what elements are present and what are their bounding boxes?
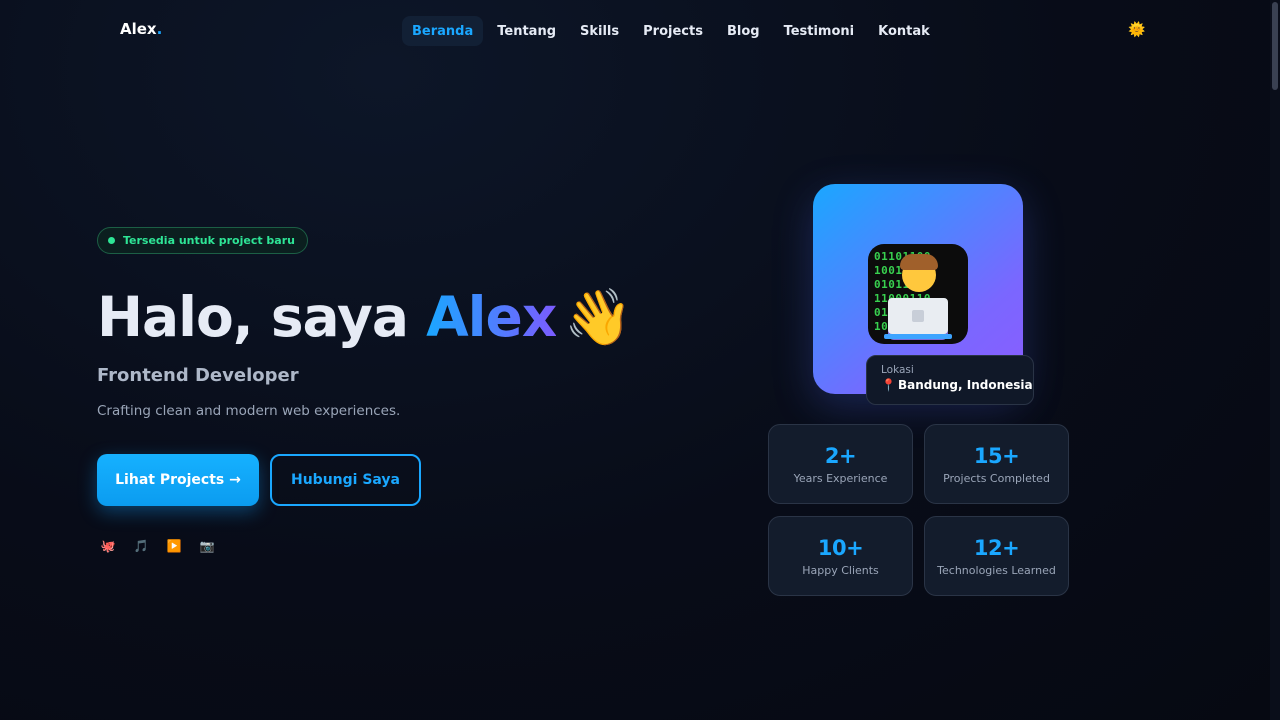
nav-item-tentang[interactable]: Tentang [487, 16, 566, 46]
nav-item-beranda[interactable]: Beranda [402, 16, 484, 46]
play-icon[interactable]: ▶️ [166, 538, 182, 554]
camera-icon[interactable]: 📷 [199, 538, 215, 554]
stat-label: Years Experience [793, 471, 888, 485]
hero-title-name: Alex [426, 285, 557, 349]
contact-me-button[interactable]: Hubungi Saya [270, 454, 421, 506]
hero-role: Frontend Developer [97, 365, 299, 386]
logo-text: Alex [120, 20, 157, 38]
stat-number: 15+ [973, 443, 1020, 468]
hero-title: Halo, saya Alex 👋 [97, 282, 633, 352]
location-value: 📍 Bandung, Indonesia [881, 378, 1033, 392]
nav-item-skills[interactable]: Skills [570, 16, 629, 46]
stat-label: Projects Completed [943, 471, 1050, 485]
waving-hand-icon: 👋 [564, 285, 632, 349]
avatar-person [884, 252, 952, 340]
page-scrollbar[interactable] [1270, 0, 1280, 720]
logo-dot: . [156, 20, 163, 38]
stat-card-experience: 2+ Years Experience [768, 424, 913, 504]
music-icon[interactable]: 🎵 [133, 538, 149, 554]
scrollbar-thumb[interactable] [1272, 2, 1278, 90]
stats-grid: 2+ Years Experience 15+ Projects Complet… [768, 424, 1069, 596]
nav-item-kontak[interactable]: Kontak [868, 16, 940, 46]
navbar: Alex. Beranda Tentang Skills Projects Bl… [0, 0, 1270, 62]
stat-label: Happy Clients [802, 563, 879, 577]
stat-number: 12+ [973, 535, 1020, 560]
location-card: Lokasi 📍 Bandung, Indonesia [866, 355, 1034, 405]
sun-icon[interactable]: 🌞 [1128, 21, 1146, 39]
availability-badge: Tersedia untuk project baru [97, 227, 308, 254]
technologist-icon: 0110110010010110010110011100011001101011… [868, 244, 968, 344]
hero-title-prefix: Halo, saya [97, 285, 427, 349]
location-label: Lokasi [881, 364, 914, 376]
stat-number: 10+ [817, 535, 864, 560]
github-icon[interactable]: 🐙 [100, 538, 116, 554]
stat-number: 2+ [824, 443, 857, 468]
main-nav: Beranda Tentang Skills Projects Blog Tes… [402, 16, 940, 46]
nav-item-testimoni[interactable]: Testimoni [774, 16, 865, 46]
nav-item-blog[interactable]: Blog [717, 16, 770, 46]
status-dot-icon [108, 237, 115, 244]
stat-card-projects: 15+ Projects Completed [924, 424, 1069, 504]
availability-text: Tersedia untuk project baru [123, 234, 295, 247]
pin-icon: 📍 [881, 378, 896, 392]
location-text: Bandung, Indonesia [897, 378, 1033, 392]
social-links: 🐙 🎵 ▶️ 📷 [100, 538, 215, 554]
stat-label: Technologies Learned [937, 563, 1056, 577]
stat-card-clients: 10+ Happy Clients [768, 516, 913, 596]
hero-description: Crafting clean and modern web experience… [97, 403, 401, 419]
view-projects-button[interactable]: Lihat Projects → [97, 454, 259, 506]
nav-item-projects[interactable]: Projects [633, 16, 713, 46]
stat-card-technologies: 12+ Technologies Learned [924, 516, 1069, 596]
site-logo[interactable]: Alex. [120, 20, 162, 38]
